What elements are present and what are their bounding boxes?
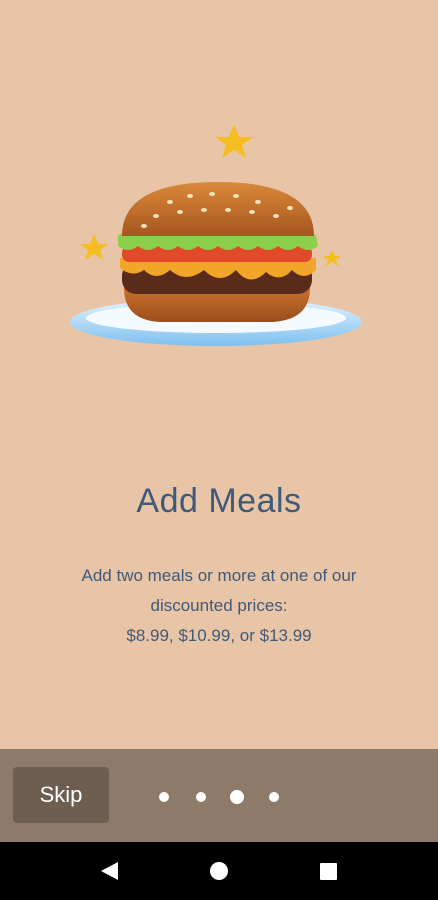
page-description: Add two meals or more at one of our disc… [40,561,398,651]
description-line: $8.99, $10.99, or $13.99 [126,626,312,645]
page-dot-3-active[interactable] [230,790,244,804]
page-indicator [157,787,287,807]
star-icon [323,250,341,266]
page-dot-4[interactable] [269,792,279,802]
description-line: discounted prices: [150,596,288,615]
onboarding-screen: Add Meals Add two meals or more at one o… [0,0,438,900]
skip-button[interactable]: Skip [13,767,109,823]
star-icon [215,124,253,158]
home-icon[interactable] [189,842,249,900]
page-title: Add Meals [136,482,302,520]
burger-illustration [70,124,362,346]
page-dot-1[interactable] [159,792,169,802]
bottom-bar: Skip [0,749,438,842]
top-bun [122,182,314,236]
back-icon[interactable] [79,842,139,900]
page-dot-2[interactable] [196,792,206,802]
system-nav-bar [0,842,438,900]
description-line: Add two meals or more at one of our [81,566,357,585]
recents-icon[interactable] [298,842,358,900]
star-icon [80,234,108,260]
